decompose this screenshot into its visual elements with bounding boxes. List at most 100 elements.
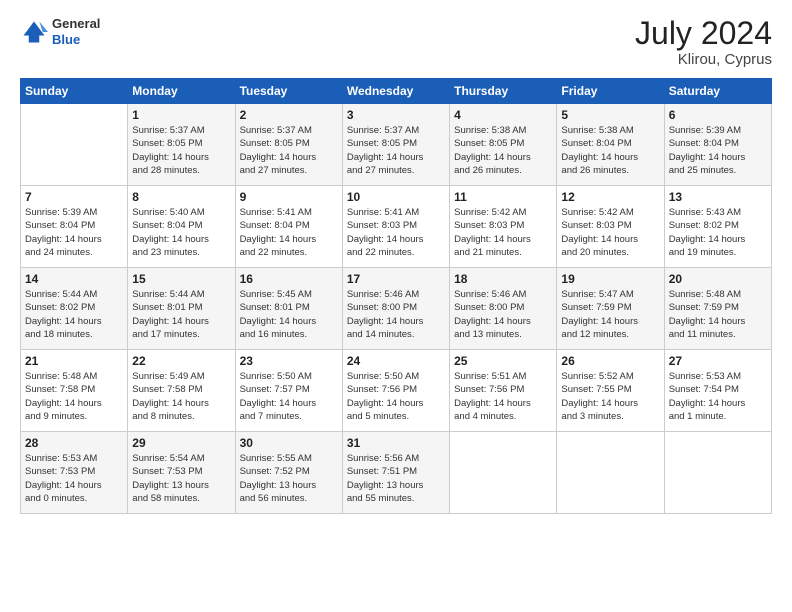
month-year: July 2024 [635,16,772,51]
day-number: 6 [669,108,767,122]
day-info: Sunrise: 5:52 AM Sunset: 7:55 PM Dayligh… [561,370,659,423]
day-number: 26 [561,354,659,368]
day-info: Sunrise: 5:53 AM Sunset: 7:53 PM Dayligh… [25,452,123,505]
logo-icon [20,18,48,46]
day-number: 24 [347,354,445,368]
day-info: Sunrise: 5:37 AM Sunset: 8:05 PM Dayligh… [132,124,230,177]
day-info: Sunrise: 5:45 AM Sunset: 8:01 PM Dayligh… [240,288,338,341]
day-info: Sunrise: 5:47 AM Sunset: 7:59 PM Dayligh… [561,288,659,341]
calendar-cell [450,432,557,514]
calendar-cell: 30Sunrise: 5:55 AM Sunset: 7:52 PM Dayli… [235,432,342,514]
location: Klirou, Cyprus [635,51,772,68]
day-info: Sunrise: 5:41 AM Sunset: 8:03 PM Dayligh… [347,206,445,259]
calendar-cell: 8 Sunrise: 5:40 AM Sunset: 8:04 PM Daylig… [128,186,235,268]
day-number: 2 [240,108,338,122]
day-info: Sunrise: 5:48 AM Sunset: 7:58 PM Dayligh… [25,370,123,423]
calendar-cell: 29 Sunrise: 5:54 AM Sunset: 7:53 PM Dayli… [128,432,235,514]
calendar-cell: 27Sunrise: 5:53 AM Sunset: 7:54 PM Dayli… [664,350,771,432]
calendar-cell [21,104,128,186]
day-info: Sunrise: 5:48 AM Sunset: 7:59 PM Dayligh… [669,288,767,341]
day-info: Sunrise: 5:44 AM Sunset: 8:01 PM Dayligh… [132,288,230,341]
calendar-cell: 20 Sunrise: 5:48 AM Sunset: 7:59 PM Dayli… [664,268,771,350]
day-info: Sunrise: 5:54 AM Sunset: 7:53 PM Dayligh… [132,452,230,505]
calendar-cell: 4Sunrise: 5:38 AM Sunset: 8:05 PM Daylig… [450,104,557,186]
calendar-table: SundayMondayTuesdayWednesdayThursdayFrid… [20,78,772,514]
day-number: 17 [347,272,445,286]
calendar-header-monday: Monday [128,79,235,104]
calendar-cell [557,432,664,514]
calendar-cell: 14 Sunrise: 5:44 AM Sunset: 8:02 PM Dayli… [21,268,128,350]
day-number: 8 [132,190,230,204]
calendar-week-row: 14 Sunrise: 5:44 AM Sunset: 8:02 PM Dayli… [21,268,772,350]
day-number: 29 [132,436,230,450]
calendar-cell: 1 Sunrise: 5:37 AM Sunset: 8:05 PM Daylig… [128,104,235,186]
day-number: 9 [240,190,338,204]
day-info: Sunrise: 5:39 AM Sunset: 8:04 PM Dayligh… [25,206,123,259]
calendar-header-friday: Friday [557,79,664,104]
day-number: 3 [347,108,445,122]
day-number: 23 [240,354,338,368]
day-info: Sunrise: 5:42 AM Sunset: 8:03 PM Dayligh… [561,206,659,259]
calendar-header-tuesday: Tuesday [235,79,342,104]
calendar-cell: 15 Sunrise: 5:44 AM Sunset: 8:01 PM Dayli… [128,268,235,350]
calendar-header-saturday: Saturday [664,79,771,104]
day-number: 30 [240,436,338,450]
day-info: Sunrise: 5:50 AM Sunset: 7:56 PM Dayligh… [347,370,445,423]
day-info: Sunrise: 5:46 AM Sunset: 8:00 PM Dayligh… [454,288,552,341]
day-info: Sunrise: 5:37 AM Sunset: 8:05 PM Dayligh… [240,124,338,177]
day-number: 18 [454,272,552,286]
calendar-cell: 25Sunrise: 5:51 AM Sunset: 7:56 PM Dayli… [450,350,557,432]
day-number: 25 [454,354,552,368]
day-info: Sunrise: 5:38 AM Sunset: 8:04 PM Dayligh… [561,124,659,177]
day-number: 27 [669,354,767,368]
calendar-cell: 2 Sunrise: 5:37 AM Sunset: 8:05 PM Daylig… [235,104,342,186]
calendar-cell: 9 Sunrise: 5:41 AM Sunset: 8:04 PM Daylig… [235,186,342,268]
day-number: 19 [561,272,659,286]
calendar-cell: 19 Sunrise: 5:47 AM Sunset: 7:59 PM Dayli… [557,268,664,350]
calendar-week-row: 28 Sunrise: 5:53 AM Sunset: 7:53 PM Dayli… [21,432,772,514]
calendar-cell: 5 Sunrise: 5:38 AM Sunset: 8:04 PM Daylig… [557,104,664,186]
day-number: 31 [347,436,445,450]
day-info: Sunrise: 5:49 AM Sunset: 7:58 PM Dayligh… [132,370,230,423]
day-info: Sunrise: 5:41 AM Sunset: 8:04 PM Dayligh… [240,206,338,259]
header: General Blue July 2024 Klirou, Cyprus [20,16,772,68]
calendar-header-row: SundayMondayTuesdayWednesdayThursdayFrid… [21,79,772,104]
day-number: 7 [25,190,123,204]
calendar-cell: 3Sunrise: 5:37 AM Sunset: 8:05 PM Daylig… [342,104,449,186]
day-number: 15 [132,272,230,286]
day-info: Sunrise: 5:46 AM Sunset: 8:00 PM Dayligh… [347,288,445,341]
day-number: 5 [561,108,659,122]
day-info: Sunrise: 5:40 AM Sunset: 8:04 PM Dayligh… [132,206,230,259]
day-info: Sunrise: 5:43 AM Sunset: 8:02 PM Dayligh… [669,206,767,259]
calendar-cell [664,432,771,514]
calendar-cell: 16Sunrise: 5:45 AM Sunset: 8:01 PM Dayli… [235,268,342,350]
calendar-cell: 26 Sunrise: 5:52 AM Sunset: 7:55 PM Dayli… [557,350,664,432]
day-number: 28 [25,436,123,450]
calendar-cell: 23 Sunrise: 5:50 AM Sunset: 7:57 PM Dayli… [235,350,342,432]
day-number: 1 [132,108,230,122]
calendar-week-row: 21 Sunrise: 5:48 AM Sunset: 7:58 PM Dayli… [21,350,772,432]
day-number: 12 [561,190,659,204]
day-number: 21 [25,354,123,368]
title-block: July 2024 Klirou, Cyprus [635,16,772,68]
calendar-header-sunday: Sunday [21,79,128,104]
day-info: Sunrise: 5:44 AM Sunset: 8:02 PM Dayligh… [25,288,123,341]
calendar-cell: 18 Sunrise: 5:46 AM Sunset: 8:00 PM Dayli… [450,268,557,350]
calendar-cell: 13Sunrise: 5:43 AM Sunset: 8:02 PM Dayli… [664,186,771,268]
day-number: 10 [347,190,445,204]
calendar-week-row: 7 Sunrise: 5:39 AM Sunset: 8:04 PM Daylig… [21,186,772,268]
logo-text: General Blue [52,16,100,47]
day-number: 11 [454,190,552,204]
calendar-cell: 11 Sunrise: 5:42 AM Sunset: 8:03 PM Dayli… [450,186,557,268]
day-number: 20 [669,272,767,286]
calendar-week-row: 1 Sunrise: 5:37 AM Sunset: 8:05 PM Daylig… [21,104,772,186]
day-number: 22 [132,354,230,368]
day-info: Sunrise: 5:39 AM Sunset: 8:04 PM Dayligh… [669,124,767,177]
day-info: Sunrise: 5:42 AM Sunset: 8:03 PM Dayligh… [454,206,552,259]
calendar-cell: 22 Sunrise: 5:49 AM Sunset: 7:58 PM Dayli… [128,350,235,432]
calendar-cell: 10 Sunrise: 5:41 AM Sunset: 8:03 PM Dayli… [342,186,449,268]
day-number: 14 [25,272,123,286]
day-info: Sunrise: 5:50 AM Sunset: 7:57 PM Dayligh… [240,370,338,423]
day-info: Sunrise: 5:56 AM Sunset: 7:51 PM Dayligh… [347,452,445,505]
page: General Blue July 2024 Klirou, Cyprus Su… [0,0,792,612]
